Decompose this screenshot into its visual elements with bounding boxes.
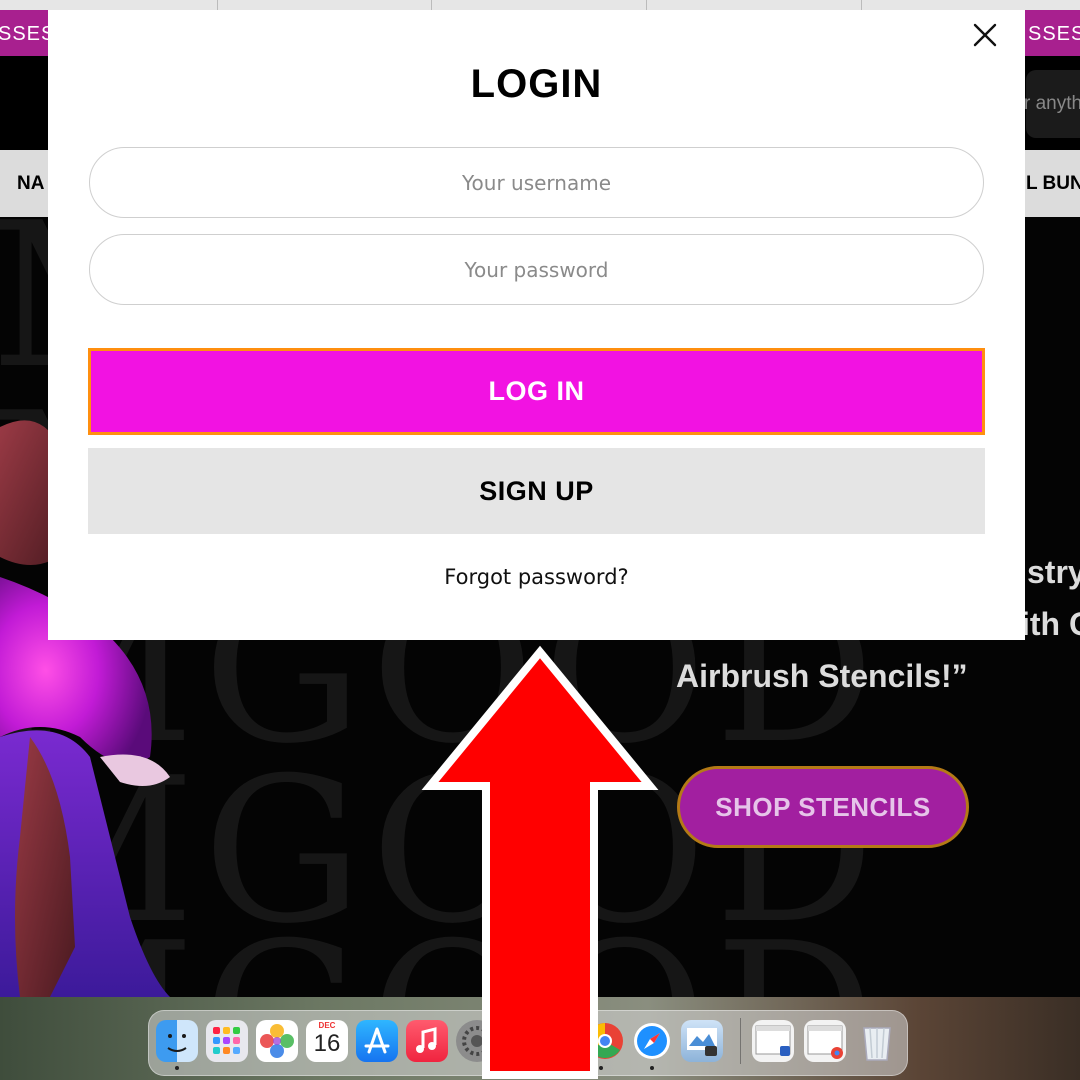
trash-icon[interactable] — [856, 1020, 898, 1062]
document-window-icon[interactable] — [752, 1020, 794, 1062]
tab-separator — [861, 0, 862, 10]
tab-separator — [431, 0, 432, 10]
chrome-icon[interactable] — [584, 1020, 626, 1062]
running-indicator — [175, 1066, 179, 1070]
hero-quote-line2: ith C — [1021, 606, 1080, 642]
tab-separator — [646, 0, 647, 10]
system-settings-icon[interactable] — [456, 1020, 498, 1062]
signup-button[interactable]: SIGN UP — [88, 448, 985, 534]
close-icon[interactable] — [970, 20, 1000, 50]
calendar-icon[interactable]: DEC 16 — [306, 1020, 348, 1062]
calendar-month: DEC — [318, 1021, 336, 1030]
launchpad-icon[interactable] — [206, 1020, 248, 1062]
forgot-password-link[interactable]: Forgot password? — [48, 565, 1025, 589]
promo-text-right: SSES A — [1028, 23, 1080, 93]
hero-quote-line1: stry — [1027, 554, 1080, 590]
finder-icon[interactable] — [156, 1020, 198, 1062]
music-icon[interactable] — [406, 1020, 448, 1062]
browser-tab-strip — [0, 0, 1080, 10]
running-indicator — [599, 1066, 603, 1070]
preview-icon[interactable] — [681, 1020, 723, 1062]
photos-icon[interactable] — [256, 1020, 298, 1062]
tab-separator — [217, 0, 218, 10]
username-input[interactable] — [89, 147, 984, 218]
hero-quote-line3: Airbrush Stencils!” — [676, 658, 968, 694]
chrome-window-icon[interactable] — [804, 1020, 846, 1062]
running-indicator — [650, 1066, 654, 1070]
nav-item-right[interactable]: L BUN — [1026, 150, 1080, 217]
safari-icon[interactable] — [631, 1020, 673, 1062]
shop-stencils-button[interactable]: SHOP STENCILS — [677, 766, 969, 848]
search-placeholder: r anyth — [1024, 93, 1080, 114]
dock-separator — [740, 1018, 741, 1064]
login-button[interactable]: LOG IN — [88, 348, 985, 435]
modal-title: LOGIN — [470, 62, 603, 106]
login-modal: LOGIN LOG IN SIGN UP Forgot password? — [48, 10, 1025, 640]
app-store-icon[interactable] — [356, 1020, 398, 1062]
password-input[interactable] — [89, 234, 984, 305]
calendar-day: 16 — [313, 1030, 341, 1057]
nav-item-left[interactable]: NA — [17, 150, 44, 217]
